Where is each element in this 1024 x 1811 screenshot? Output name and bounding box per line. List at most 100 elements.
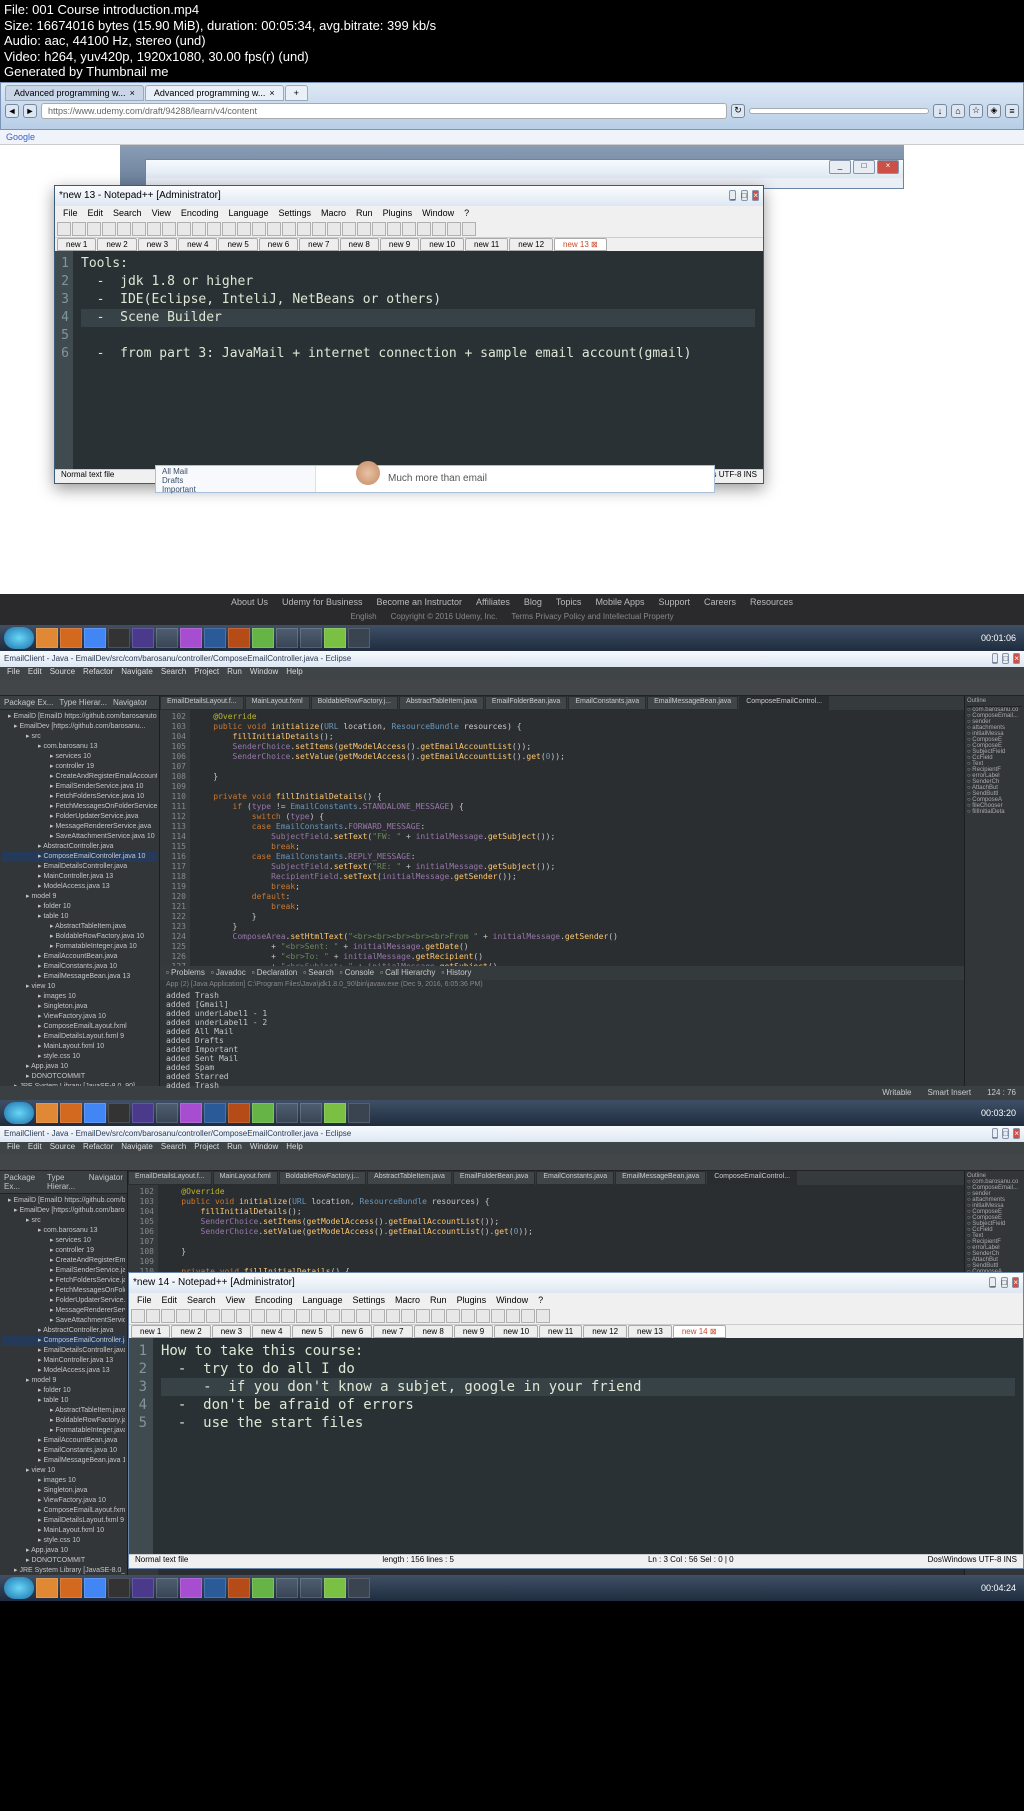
- toolbar-icon[interactable]: [102, 222, 116, 236]
- bottom-tab[interactable]: ▫ Search: [303, 968, 333, 977]
- footer-link[interactable]: Topics: [556, 597, 582, 607]
- taskbar-item[interactable]: [156, 628, 178, 648]
- tree-item[interactable]: ▸ ModelAccess.java 13: [2, 882, 157, 892]
- taskbar-item[interactable]: [228, 1103, 250, 1123]
- taskbar-item[interactable]: [36, 1103, 58, 1123]
- toolbar-icon[interactable]: [132, 222, 146, 236]
- folder-item[interactable]: All Mail: [162, 467, 309, 476]
- tree-item[interactable]: ▸ style.css 10: [2, 1052, 157, 1062]
- tree-item[interactable]: ▸ EmailSenderService.java 10: [2, 1266, 125, 1276]
- menu-item[interactable]: Window: [247, 1142, 281, 1155]
- footer-link[interactable]: Blog: [524, 597, 542, 607]
- toolbar-icon[interactable]: [176, 1309, 190, 1323]
- close-button[interactable]: ×: [1013, 1128, 1020, 1139]
- close-button[interactable]: ×: [1013, 653, 1020, 664]
- tree-item[interactable]: ▸ AbstractTableItem.java: [2, 922, 157, 932]
- bottom-tab[interactable]: ▫ Console: [340, 968, 374, 977]
- taskbar-item[interactable]: [348, 1578, 370, 1598]
- npp-tab[interactable]: new 9: [380, 238, 419, 251]
- maximize-button[interactable]: □: [1001, 1277, 1008, 1288]
- tree-item[interactable]: ▸ ComposeEmailController.java 10: [2, 852, 157, 862]
- toolbar-icon[interactable]: [506, 1309, 520, 1323]
- language-select[interactable]: English: [350, 612, 376, 621]
- toolbar-icon[interactable]: [222, 222, 236, 236]
- tree-item[interactable]: ▸ BoldableRowFactory.java 10: [2, 932, 157, 942]
- menu-item[interactable]: Edit: [84, 207, 108, 219]
- menu-item[interactable]: ?: [534, 1294, 547, 1306]
- menu-item[interactable]: View: [222, 1294, 249, 1306]
- java-editor[interactable]: 1021031041051061071081091101111121131141…: [160, 710, 964, 966]
- toolbar-icon[interactable]: [521, 1309, 535, 1323]
- tree-item[interactable]: ▸ DONOTCOMMIT: [2, 1072, 157, 1082]
- menu-item[interactable]: View: [148, 207, 175, 219]
- menu-item[interactable]: Edit: [25, 1142, 45, 1155]
- bottom-tab[interactable]: ▫ Javadoc: [211, 968, 246, 977]
- menu-item[interactable]: Macro: [317, 207, 350, 219]
- tree-item[interactable]: ▸ table 10: [2, 912, 157, 922]
- tree-item[interactable]: ▸ EmailAccountBean.java: [2, 952, 157, 962]
- npp-tab-active[interactable]: new 14 ⊠: [673, 1325, 726, 1338]
- editor-tab[interactable]: EmailMessageBean.java: [615, 1171, 706, 1185]
- taskbar-item[interactable]: [180, 1103, 202, 1123]
- tree-item[interactable]: ▸ view 10: [2, 982, 157, 992]
- tree-item[interactable]: ▸ EmailAccountBean.java: [2, 1436, 125, 1446]
- tree-item[interactable]: ▸ SaveAttachmentService.java 10: [2, 832, 157, 842]
- npp-tab[interactable]: new 7: [373, 1325, 412, 1338]
- forward-button[interactable]: ►: [23, 104, 37, 118]
- toolbar-icon[interactable]: [266, 1309, 280, 1323]
- tree-item[interactable]: ▸ MessageRendererService.java: [2, 1306, 125, 1316]
- toolbar-icon[interactable]: [311, 1309, 325, 1323]
- toolbar-icon[interactable]: [206, 1309, 220, 1323]
- tree-item[interactable]: ▸ ViewFactory.java 10: [2, 1012, 157, 1022]
- menu-item[interactable]: Refactor: [80, 667, 116, 680]
- npp-tab[interactable]: new 10: [420, 238, 464, 251]
- editor-tab[interactable]: EmailDetailsLayout.f...: [160, 696, 244, 710]
- toolbar-icon[interactable]: [237, 222, 251, 236]
- tree-item[interactable]: ▸ EmailDev [https://github.com/barosanu.…: [2, 722, 157, 732]
- toolbar-icon[interactable]: [282, 222, 296, 236]
- taskbar-item[interactable]: [300, 1103, 322, 1123]
- maximize-button[interactable]: □: [853, 160, 875, 174]
- tree-item[interactable]: ▸ EmailDetailsLayout.fxml 9: [2, 1032, 157, 1042]
- menu-item[interactable]: File: [133, 1294, 156, 1306]
- tree-item[interactable]: ▸ Singleton.java: [2, 1486, 125, 1496]
- toolbar-icon[interactable]: [446, 1309, 460, 1323]
- taskbar-item[interactable]: [60, 1103, 82, 1123]
- menu-item[interactable]: Plugins: [379, 207, 417, 219]
- npp-tab[interactable]: new 8: [414, 1325, 453, 1338]
- menu-item[interactable]: Run: [224, 667, 245, 680]
- tree-item[interactable]: ▸ JRE System Library [JavaSE-8.0_90]: [2, 1082, 157, 1086]
- tree-item[interactable]: ▸ MainLayout.fxml 10: [2, 1526, 125, 1536]
- menu-item[interactable]: File: [59, 207, 82, 219]
- editor-tab[interactable]: EmailFolderBean.java: [453, 1171, 535, 1185]
- toolbar-icon[interactable]: [401, 1309, 415, 1323]
- npp-tab[interactable]: new 6: [259, 238, 298, 251]
- menu-item[interactable]: Edit: [158, 1294, 182, 1306]
- tree-item[interactable]: ▸ folder 10: [2, 902, 157, 912]
- code-area[interactable]: @Override public void initialize(URL loc…: [190, 710, 964, 966]
- menu-item[interactable]: Project: [191, 667, 222, 680]
- tree-item[interactable]: ▸ EmailConstants.java 10: [2, 1446, 125, 1456]
- npp-tab[interactable]: new 5: [218, 238, 257, 251]
- editor-tab[interactable]: EmailConstants.java: [536, 1171, 614, 1185]
- tree-item[interactable]: ▸ src: [2, 732, 157, 742]
- npp-tab[interactable]: new 1: [57, 238, 96, 251]
- menu-item[interactable]: Navigate: [118, 667, 156, 680]
- toolbar-icon[interactable]: [357, 222, 371, 236]
- tree-item[interactable]: ▸ ModelAccess.java 13: [2, 1366, 125, 1376]
- npp-tab[interactable]: new 5: [292, 1325, 331, 1338]
- toolbar-icon[interactable]: [177, 222, 191, 236]
- home-icon[interactable]: ⌂: [951, 104, 965, 118]
- eclipse-titlebar[interactable]: EmailClient - Java - EmailDev/src/com/ba…: [0, 651, 1024, 667]
- taskbar-item[interactable]: [60, 1578, 82, 1598]
- menu-item[interactable]: Window: [247, 667, 281, 680]
- taskbar-item[interactable]: [252, 628, 274, 648]
- tree-item[interactable]: ▸ EmailDetailsController.java: [2, 1346, 125, 1356]
- panel-tab[interactable]: Navigator: [89, 1173, 123, 1191]
- tree-item[interactable]: ▸ model 9: [2, 1376, 125, 1386]
- toolbar-icon[interactable]: [386, 1309, 400, 1323]
- npp-tab[interactable]: new 1: [131, 1325, 170, 1338]
- tree-item[interactable]: ▸ Singleton.java: [2, 1002, 157, 1012]
- taskbar-item[interactable]: [180, 1578, 202, 1598]
- bottom-tab[interactable]: ▫ Problems: [166, 968, 205, 977]
